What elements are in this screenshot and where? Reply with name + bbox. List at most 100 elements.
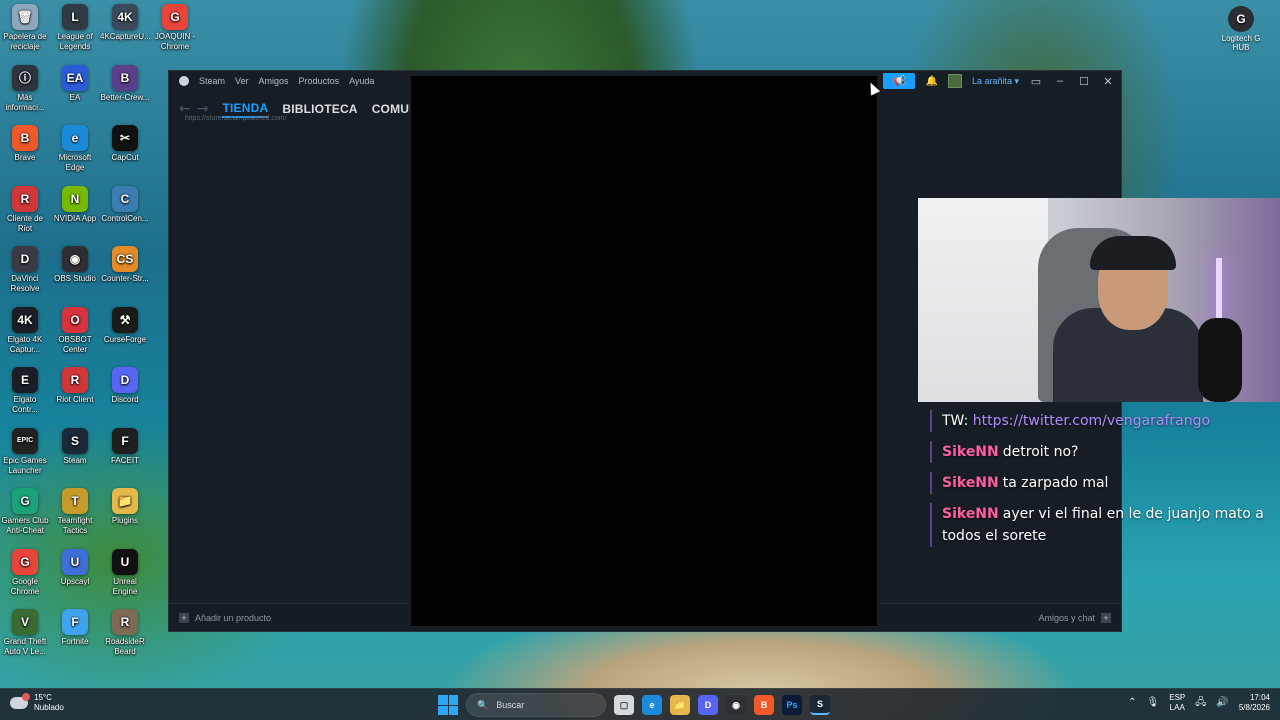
desktop-icon[interactable]: F Fortnite	[50, 609, 100, 647]
desktop-icon[interactable]: EPIC Epic Games Launcher	[0, 427, 50, 476]
app-icon: L	[62, 4, 88, 30]
desktop-icon[interactable]: L League of Legends	[50, 4, 100, 52]
app-icon: E	[12, 367, 38, 393]
desktop-icon-label: 4KCaptureU...	[100, 32, 151, 41]
friends-chat-button[interactable]: Amigos y chat +	[1038, 612, 1111, 623]
menu-ver[interactable]: Ver	[235, 76, 249, 86]
minimize-button[interactable]: –	[1053, 75, 1067, 87]
desktop-icon[interactable]: E Elgato Contr...	[0, 367, 50, 415]
menu-amigos[interactable]: Amigos	[259, 76, 289, 86]
weather-desc: Nublado	[34, 703, 64, 712]
menu-productos[interactable]: Productos	[299, 76, 340, 86]
desktop-icon[interactable]: e Microsoft Edge	[50, 125, 100, 173]
desktop-icon[interactable]: T Teamfight Tactics	[50, 488, 100, 536]
maximize-button[interactable]: ☐	[1077, 75, 1091, 88]
microphone-icon[interactable]: 🎙	[1147, 698, 1160, 708]
desktop-icon[interactable]: CS Counter-Str...	[100, 246, 150, 284]
menu-ayuda[interactable]: Ayuda	[349, 76, 374, 86]
app-icon: F	[62, 609, 88, 635]
webcam-window	[918, 198, 1048, 402]
desktop-icon[interactable]: G Google Chrome	[0, 548, 50, 597]
desktop-icon[interactable]: U Upscayl	[50, 548, 100, 587]
desktop-icon[interactable]: R Cliente de Riot	[0, 185, 50, 234]
desktop-icon[interactable]: U Unreal Engine	[100, 548, 150, 597]
desktop-icon-label: DaVinci Resolve	[10, 274, 40, 293]
desktop-icon[interactable]: V Grand Theft Auto V Le...	[0, 609, 50, 657]
app-icon: O	[62, 306, 88, 333]
desktop-icon-label: Fortnite	[61, 637, 89, 646]
desktop-icon[interactable]: 4K 4KCaptureU...	[100, 4, 151, 42]
black-loading-window[interactable]	[410, 75, 878, 627]
avatar[interactable]	[947, 74, 962, 88]
app-icon: V	[12, 609, 38, 635]
notifications-bell-icon[interactable]: 🔔	[925, 76, 937, 87]
app-icon: R	[112, 609, 138, 635]
task-view-icon[interactable]: ▢	[614, 695, 634, 715]
desktop-icon[interactable]: S Steam	[50, 427, 100, 466]
obs-icon[interactable]: ◉	[726, 695, 746, 715]
desktop-icon[interactable]: ⓘ Más informaci...	[0, 64, 50, 113]
desktop-icon-label: EA	[69, 92, 81, 102]
desktop-icon-label: CapCut	[111, 153, 139, 162]
logitech-icon: G	[1228, 6, 1254, 32]
app-icon: S	[62, 427, 88, 454]
start-button[interactable]	[438, 695, 458, 715]
desktop-icon[interactable]: ⚒ CurseForge	[100, 306, 150, 345]
steam-icon[interactable]: S	[810, 695, 830, 715]
search-input[interactable]: 🔍 Buscar	[466, 693, 606, 717]
desktop-icon[interactable]: C ControlCen...	[100, 185, 150, 224]
desktop-icon[interactable]: B Better-Crew...	[100, 64, 150, 103]
desktop-icon[interactable]: EA EA	[50, 64, 100, 103]
desktop-icon[interactable]: 🗑 Papelera de reciclaje	[0, 4, 50, 52]
app-icon: 4K	[12, 306, 38, 333]
desktop-icon[interactable]: G Gamers Club Anti-Cheat	[0, 488, 50, 536]
desktop-icon[interactable]: D DaVinci Resolve	[0, 246, 50, 294]
network-icon[interactable]: 🖧	[1195, 698, 1206, 708]
desktop-icon[interactable]: 📁 Plugins	[100, 488, 150, 526]
desktop-icon[interactable]: G JOAQUIN - Chrome	[150, 4, 200, 52]
desktop-icon[interactable]: ◉ OBS Studio	[50, 246, 100, 284]
desktop-icon[interactable]: R Riot Client	[50, 367, 100, 405]
chevron-up-icon[interactable]: ⌃	[1128, 698, 1136, 708]
desktop-icon[interactable]: 4K Elgato 4K Captur...	[0, 306, 50, 355]
desktop-icon[interactable]: ✂ CapCut	[100, 125, 150, 163]
desktop-icon-label: Teamfight Tactics	[57, 516, 93, 535]
menu-steam[interactable]: Steam	[199, 76, 225, 86]
desktop-icon-label: Logitech G HUB	[1221, 34, 1261, 52]
announcements-button[interactable]: 📢	[883, 73, 916, 89]
clock-date: 5/8/2026	[1238, 703, 1270, 712]
add-product-button[interactable]: + Añadir un producto	[179, 612, 271, 623]
desktop-icon-label: Steam	[63, 455, 87, 465]
search-icon: 🔍	[477, 699, 489, 710]
big-picture-icon[interactable]: ▭	[1029, 75, 1043, 88]
desktop-icon-label: Unreal Engine	[112, 576, 138, 596]
discord-icon[interactable]: D	[698, 695, 718, 715]
file-explorer-icon[interactable]: 📁	[670, 695, 690, 715]
app-icon: G	[162, 4, 188, 30]
steam-logo-icon[interactable]	[179, 76, 189, 86]
desktop-icon[interactable]: O OBSBOT Center	[50, 306, 100, 355]
app-icon: B	[12, 125, 38, 151]
close-button[interactable]: ✕	[1101, 75, 1115, 88]
tab-biblioteca[interactable]: BIBLIOTECA	[282, 102, 357, 116]
desktop-icon-logitech-g-hub[interactable]: G Logitech G HUB	[1218, 6, 1264, 52]
edge-icon[interactable]: e	[642, 695, 662, 715]
desktop-icon-label: Más informaci...	[5, 92, 45, 112]
desktop-icon-label: FACEIT	[110, 455, 139, 465]
weather-widget[interactable]: 15°C Nublado	[10, 693, 64, 713]
chat-message: SikeNN ayer vi el final en le de juanjo m…	[930, 503, 1280, 547]
volume-icon[interactable]: 🔊	[1216, 698, 1228, 708]
desktop-icon[interactable]: N NVIDIA App	[50, 185, 100, 224]
photoshop-icon[interactable]: Ps	[782, 695, 802, 715]
desktop-icon-label: ControlCen...	[101, 213, 149, 223]
app-icon: N	[62, 185, 88, 212]
brave-icon[interactable]: B	[754, 695, 774, 715]
clock[interactable]: 17:04 5/8/2026	[1239, 693, 1270, 713]
language-indicator[interactable]: ESP LAA	[1169, 693, 1185, 713]
desktop-icon[interactable]: R RoadsideR Beard	[100, 609, 150, 657]
desktop-icon[interactable]: D Discord	[100, 367, 150, 405]
desktop-icon[interactable]: F FACEIT	[100, 427, 150, 466]
account-menu[interactable]: La arañita ▾	[972, 76, 1019, 87]
app-icon: B	[112, 64, 138, 91]
desktop-icon[interactable]: B Brave	[0, 125, 50, 163]
